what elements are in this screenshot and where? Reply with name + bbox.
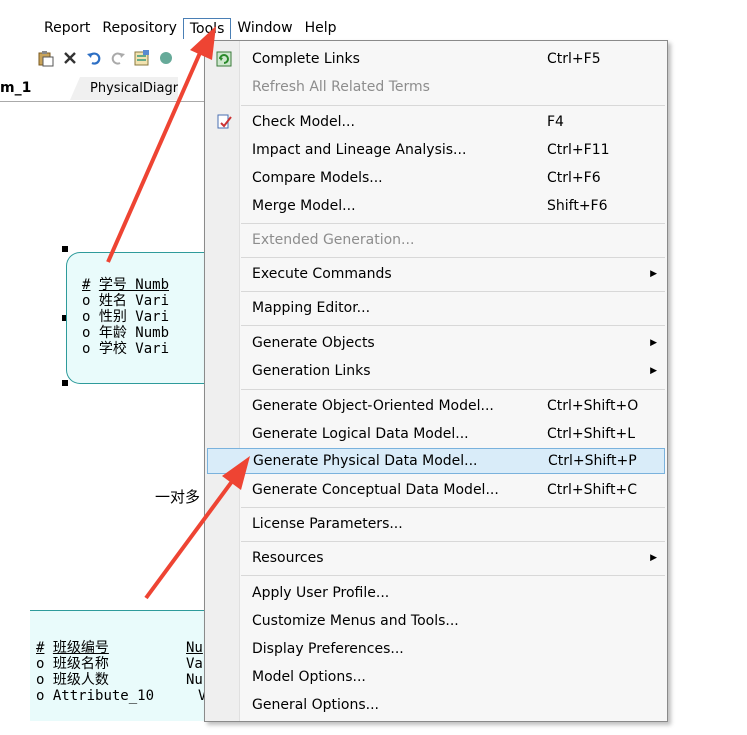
menu-tools[interactable]: Tools — [182, 17, 232, 39]
menu-item-customize-menus-tools[interactable]: Customize Menus and Tools... — [207, 608, 665, 634]
menu-report[interactable]: Report — [38, 17, 96, 39]
menu-item-apply-user-profile[interactable]: Apply User Profile... — [207, 580, 665, 606]
attribute-row: o 学校 Vari — [82, 341, 170, 357]
menu-separator — [241, 389, 665, 390]
menu-item-refresh-all-related-terms[interactable]: Refresh All Related Terms — [207, 74, 665, 100]
menu-item-resources[interactable]: Resources ▶ — [207, 545, 665, 571]
menu-separator — [241, 575, 665, 576]
attribute-row: o 姓名 Vari — [82, 293, 170, 309]
menu-item-generate-objects[interactable]: Generate Objects ▶ — [207, 330, 665, 356]
menu-separator — [241, 507, 665, 508]
menu-item-generate-conceptual-data-model[interactable]: Generate Conceptual Data Model... Ctrl+S… — [207, 477, 665, 503]
tab-physical-diagram[interactable]: PhysicalDiagr — [70, 77, 179, 100]
model-icon[interactable] — [156, 48, 176, 68]
menu-separator — [241, 291, 665, 292]
diagram-tab-strip: m_1 PhysicalDiagr — [0, 77, 205, 102]
menu-item-extended-generation[interactable]: Extended Generation... — [207, 227, 665, 253]
menu-item-execute-commands[interactable]: Execute Commands ▶ — [207, 261, 665, 287]
menu-item-model-options[interactable]: Model Options... — [207, 664, 665, 690]
menu-window[interactable]: Window — [231, 17, 298, 39]
paste-icon[interactable] — [36, 48, 56, 68]
menu-repository[interactable]: Repository — [96, 17, 182, 39]
submenu-arrow-icon: ▶ — [650, 269, 657, 279]
submenu-arrow-icon: ▶ — [650, 553, 657, 563]
entity-class-attributes: # 班级编号 Nu o 班级名称 Va o 班级人数 Nu o Attribute_1… — [36, 640, 215, 704]
redo-icon[interactable] — [108, 48, 128, 68]
menu-item-check-model[interactable]: Check Model... F4 — [207, 109, 665, 135]
menu-item-generate-logical-data-model[interactable]: Generate Logical Data Model... Ctrl+Shif… — [207, 421, 665, 447]
toolbar — [36, 45, 206, 71]
complete-links-icon — [216, 51, 232, 67]
menu-item-display-preferences[interactable]: Display Preferences... — [207, 636, 665, 662]
undo-icon[interactable] — [84, 48, 104, 68]
menu-item-impact-lineage-analysis[interactable]: Impact and Lineage Analysis... Ctrl+F11 — [207, 137, 665, 163]
menu-item-mapping-editor[interactable]: Mapping Editor... — [207, 295, 665, 321]
menu-item-generation-links[interactable]: Generation Links ▶ — [207, 358, 665, 384]
check-model-icon — [216, 114, 232, 130]
properties-icon[interactable] — [132, 48, 152, 68]
entity-student-attributes: # 学号 Numb o 姓名 Vari o 性别 Vari o 年龄 Numb … — [82, 277, 169, 357]
menu-item-general-options[interactable]: General Options... — [207, 692, 665, 718]
menu-item-license-parameters[interactable]: License Parameters... — [207, 511, 665, 537]
menu-item-compare-models[interactable]: Compare Models... Ctrl+F6 — [207, 165, 665, 191]
tab-m1[interactable]: m_1 — [0, 77, 39, 100]
menu-separator — [241, 325, 665, 326]
selection-handle[interactable] — [62, 380, 68, 386]
menu-item-generate-physical-data-model[interactable]: Generate Physical Data Model... Ctrl+Shi… — [207, 448, 665, 474]
selection-handle[interactable] — [62, 246, 68, 252]
attribute-row: o 班级人数 Nu — [36, 672, 203, 688]
menu-separator — [241, 541, 665, 542]
menu-item-merge-model[interactable]: Merge Model... Shift+F6 — [207, 193, 665, 219]
relationship-label: 一对多 — [155, 488, 201, 506]
attribute-row: o 班级名称 Va — [36, 656, 203, 672]
attribute-row: o 年龄 Numb — [82, 325, 170, 341]
menu-bar: Report Repository Tools Window Help — [0, 16, 402, 40]
menu-separator — [241, 223, 665, 224]
submenu-arrow-icon: ▶ — [650, 366, 657, 376]
submenu-arrow-icon: ▶ — [650, 338, 657, 348]
attribute-row: # 班级编号 Nu — [36, 640, 203, 656]
tools-dropdown-menu: Complete Links Ctrl+F5 Refresh All Relat… — [204, 40, 668, 722]
menu-separator — [241, 257, 665, 258]
menu-separator — [241, 105, 665, 106]
menu-item-complete-links[interactable]: Complete Links Ctrl+F5 — [207, 46, 665, 72]
delete-icon[interactable] — [60, 48, 80, 68]
menu-help[interactable]: Help — [299, 17, 343, 39]
attribute-row: o 性别 Vari — [82, 309, 170, 325]
menu-item-generate-object-oriented-model[interactable]: Generate Object-Oriented Model... Ctrl+S… — [207, 393, 665, 419]
attribute-row: # 学号 Numb — [82, 277, 170, 293]
attribute-row: o Attribute_10Va — [36, 688, 215, 704]
